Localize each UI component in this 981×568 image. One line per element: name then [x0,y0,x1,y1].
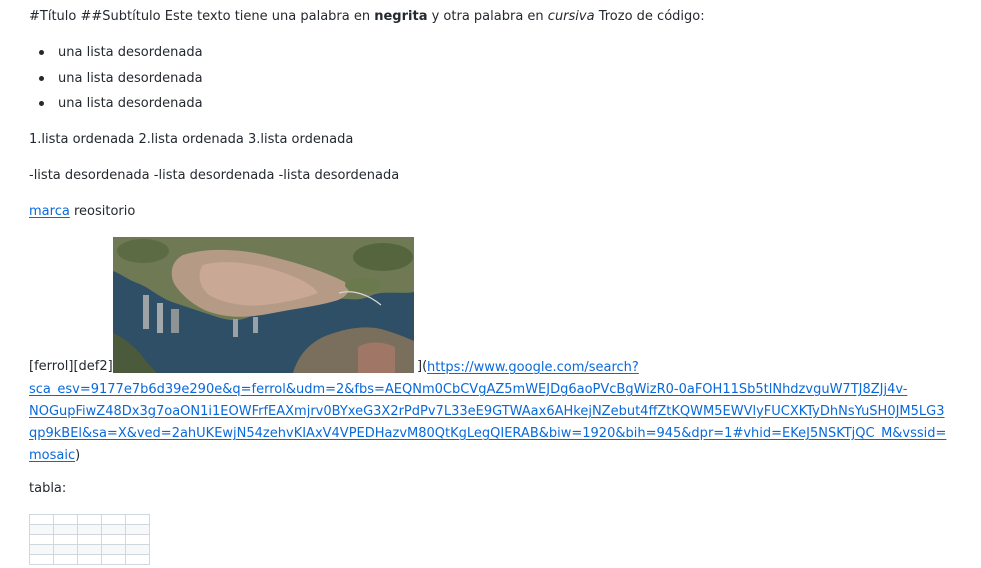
url-line-1: https://www.google.com/search? [427,357,639,379]
marca-link[interactable]: marca [29,204,70,219]
table-cell [125,534,150,545]
table-row [29,534,150,545]
bullet-icon [39,75,44,81]
table-cell [29,544,54,555]
table-cell [29,534,54,545]
url-block: https://www.google.com/search? sca_esv=9… [29,360,946,467]
markdown-preview: #Título ##Subtítulo Este texto tiene una… [0,0,981,568]
italic-word: cursiva [547,9,595,24]
google-search-link-part-5[interactable]: mosaic [29,448,75,463]
table-row [29,554,150,565]
table-cell [77,534,102,545]
table-row [29,544,150,555]
list-item: una lista desordenada [29,44,203,70]
table-cell [125,554,150,565]
bullet-icon [39,50,44,55]
table-cell [125,524,150,535]
table-cell [77,524,102,535]
unordered-list: una lista desordenada una lista desorden… [29,44,203,121]
list-item-text: una lista desordenada [58,96,203,111]
google-search-link-part-4[interactable]: qp9kBEl&sa=X&ved=2ahUKEwjN54zehvKIAxV4VP… [29,426,946,441]
link-paragraph-text: reositorio [69,204,136,219]
paragraph-text-start: #Título ##Subtítulo Este texto tiene una… [29,9,375,24]
bold-word: negrita [374,9,428,24]
tabla-label: tabla: [29,481,67,496]
table-cell [77,554,102,565]
ordered-list-text: 1.lista ordenada 2.lista ordenada 3.list… [29,132,354,147]
image-reference-text: [ferrol][def2] [29,359,113,374]
table-cell [53,554,78,565]
google-search-link[interactable]: https://www.google.com/search? [427,360,639,375]
table-cell [53,534,78,545]
table-cell [77,544,102,555]
list-item-text: una lista desordenada [58,70,203,86]
image-link-open: ]( [417,359,428,374]
table-cell [53,514,78,525]
table-row [29,514,150,525]
ferrol-map-image [113,237,414,373]
table-cell [125,514,150,525]
url-line-3: NOGupFiwZ48Dx3g7oaON1i1EOWFrfEAXmjrv0BYx… [29,401,945,423]
table-cell [125,544,150,555]
table-cell [29,554,54,565]
list-item: una lista desordenada [29,70,203,96]
table-cell [77,514,102,525]
table-cell [53,524,78,535]
bullet-icon [39,101,44,106]
url-line-4: qp9kBEl&sa=X&ved=2ahUKEwjN54zehvKIAxV4VP… [29,423,946,445]
table-row [29,524,150,535]
empty-table [29,514,150,565]
table-cell [29,524,54,535]
url-line-5: mosaic) [29,445,939,467]
google-search-link-part-3[interactable]: NOGupFiwZ48Dx3g7oaON1i1EOWFrfEAXmjrv0BYx… [29,404,945,419]
table-cell [101,524,126,535]
paragraph-text-middle: y otra palabra en [427,9,548,24]
url-line-2: sca_esv=9177e7b6d39e290e&q=ferrol&udm=2&… [29,379,939,401]
paragraph-title-subtitle: #Título ##Subtítulo Este texto tiene una… [29,8,705,26]
url-close-paren: ) [75,448,81,463]
table-cell [29,514,54,525]
dash-list-text: -lista desordenada -lista desordenada -l… [29,168,400,183]
table-cell [101,554,126,565]
table-cell [53,544,78,555]
list-item: una lista desordenada [29,95,203,121]
table-cell [101,514,126,525]
google-search-link-part-2[interactable]: sca_esv=9177e7b6d39e290e&q=ferrol&udm=2&… [29,382,907,397]
link-paragraph: marca reositorio [29,203,135,221]
list-item-text: una lista desordenada [58,45,203,60]
table-cell [101,534,126,545]
table-cell [101,544,126,555]
paragraph-text-end: Trozo de código: [594,9,705,24]
